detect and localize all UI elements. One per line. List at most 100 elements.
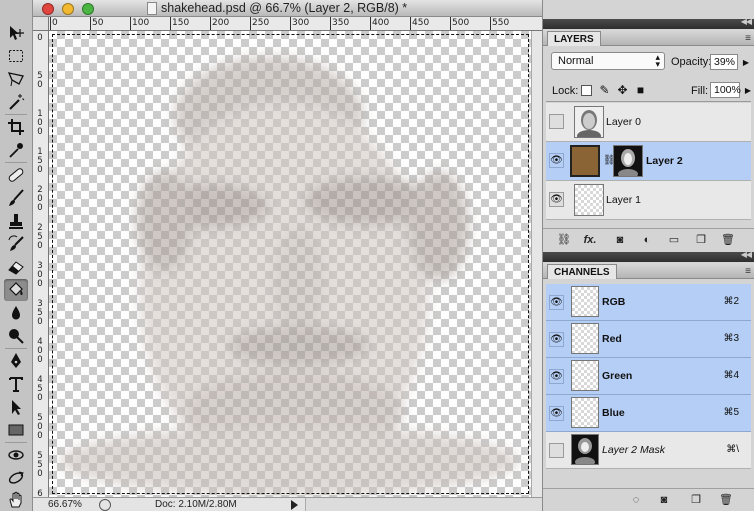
channel-row[interactable]: 👁 RGB ⌘2 xyxy=(546,284,751,321)
hand-icon xyxy=(9,491,22,508)
quick-select-tool[interactable] xyxy=(4,91,28,113)
opacity-arrow-icon[interactable]: ▶ xyxy=(743,58,749,67)
lock-position-icon[interactable]: ✥ xyxy=(616,84,629,97)
vertical-ruler[interactable]: 050100150200250300350400450500550600 xyxy=(33,31,49,511)
trash-icon[interactable]: 🗑 xyxy=(719,494,733,506)
type-tool[interactable] xyxy=(4,373,28,395)
eye-icon[interactable]: 👁 xyxy=(549,295,564,310)
eye-icon[interactable]: 👁 xyxy=(549,153,564,168)
opacity-field[interactable]: 39% ▶ xyxy=(710,54,749,70)
blend-mode-select[interactable]: Normal ▴ ▾ xyxy=(551,52,665,70)
eraser-tool[interactable] xyxy=(4,256,28,278)
hand-tool[interactable] xyxy=(4,489,28,511)
3d-rotate-tool[interactable] xyxy=(4,444,28,466)
history-brush-tool[interactable] xyxy=(4,233,28,255)
collapse-icon[interactable]: ◀◀ xyxy=(741,17,752,26)
fill-arrow-icon[interactable]: ▶ xyxy=(745,86,751,95)
marquee-tool[interactable] xyxy=(4,45,28,67)
ruler-tick xyxy=(410,17,411,30)
layer-name[interactable]: Layer 1 xyxy=(606,194,641,206)
lasso-tool[interactable] xyxy=(4,68,28,90)
healing-brush-tool[interactable] xyxy=(4,164,28,186)
lock-transparency-icon[interactable] xyxy=(581,85,592,96)
eye-icon[interactable]: 👁 xyxy=(549,406,564,421)
channel-row[interactable]: 👁 Blue ⌘5 xyxy=(546,395,751,432)
layer-row[interactable]: 👁 Layer 1 xyxy=(546,181,751,220)
new-channel-icon[interactable]: ❐ xyxy=(689,494,703,506)
3d-orbit-tool[interactable] xyxy=(4,467,28,489)
tab-channels[interactable]: CHANNELS xyxy=(547,264,617,279)
tab-layers[interactable]: LAYERS xyxy=(547,31,601,46)
zoom-button[interactable] xyxy=(82,3,94,15)
ruler-tick-label: 500 xyxy=(452,18,470,28)
drop-icon xyxy=(12,306,20,320)
layer-mask-thumbnail[interactable] xyxy=(613,145,643,179)
status-info-icon[interactable] xyxy=(99,499,111,511)
tool-separator xyxy=(5,348,27,349)
ruler-origin[interactable] xyxy=(33,17,49,31)
panel-grip-bar[interactable]: ◀◀ xyxy=(543,17,754,29)
channel-row[interactable]: 👁 Green ⌘4 xyxy=(546,358,751,395)
divider xyxy=(546,101,751,102)
eyedropper-tool[interactable] xyxy=(4,139,28,161)
status-menu-arrow-icon[interactable] xyxy=(291,500,298,510)
paint-bucket-tool[interactable] xyxy=(4,279,28,301)
horizontal-scrollbar[interactable] xyxy=(305,498,542,511)
opacity-value: 39% xyxy=(714,56,736,68)
visibility-toggle[interactable] xyxy=(549,114,564,129)
move-tool[interactable] xyxy=(4,22,28,44)
close-button[interactable] xyxy=(42,3,54,15)
layer-row-selected[interactable]: 👁 ⛓ Layer 2 xyxy=(546,142,751,181)
clone-stamp-tool[interactable] xyxy=(4,210,28,232)
channel-row[interactable]: 👁 Red ⌘3 xyxy=(546,321,751,358)
lock-all-icon[interactable]: ■ xyxy=(634,84,647,97)
lock-pixels-icon[interactable]: ✎ xyxy=(598,84,611,97)
zoom-level-field[interactable]: 66.67% xyxy=(36,499,92,511)
panel-grip-bar[interactable]: ◀◀ xyxy=(543,250,754,262)
folder-icon[interactable]: ▭ xyxy=(667,234,681,246)
channel-row[interactable]: Layer 2 Mask ⌘\ xyxy=(546,432,751,469)
rectangle-tool[interactable] xyxy=(4,419,28,441)
history-brush-icon xyxy=(8,235,24,251)
trash-icon[interactable]: 🗑 xyxy=(721,234,735,246)
panel-menu-icon[interactable]: ≡ xyxy=(745,266,751,277)
collapse-icon[interactable]: ◀◀ xyxy=(741,250,752,259)
channel-shortcut: ⌘5 xyxy=(723,407,739,418)
mask-icon[interactable]: ◙ xyxy=(613,234,627,246)
document-title-bar: shakehead.psd @ 66.7% (Layer 2, RGB/8) * xyxy=(33,0,542,17)
bandage-icon xyxy=(8,168,24,182)
fx-icon[interactable]: fx. xyxy=(583,234,597,246)
save-selection-icon[interactable]: ◙ xyxy=(657,494,671,506)
layer-row[interactable]: Layer 0 xyxy=(546,103,751,142)
minimize-button[interactable] xyxy=(62,3,74,15)
crop-tool[interactable] xyxy=(4,116,28,138)
pen-tool[interactable] xyxy=(4,350,28,372)
ruler-tick-label: 50 xyxy=(92,18,104,28)
adjustment-icon[interactable]: ◐ xyxy=(640,234,654,246)
panel-menu-icon[interactable]: ≡ xyxy=(745,33,751,44)
eye-icon[interactable]: 👁 xyxy=(549,192,564,207)
eyedropper-icon xyxy=(9,143,23,158)
link-icon[interactable]: ⛓ xyxy=(557,234,571,246)
ruler-tick-label: 250 xyxy=(37,223,43,251)
document-canvas[interactable] xyxy=(49,31,531,497)
layer-name[interactable]: Layer 0 xyxy=(606,116,641,128)
horizontal-ruler[interactable]: 0 50 100 150 200 250 300 350 400 450 500 550 xyxy=(49,17,542,31)
eye-icon[interactable]: 👁 xyxy=(549,369,564,384)
load-selection-icon[interactable]: ◌ xyxy=(629,494,643,506)
blur-tool[interactable] xyxy=(4,302,28,324)
path-selection-tool[interactable] xyxy=(4,396,28,418)
eye-icon[interactable]: 👁 xyxy=(549,332,564,347)
new-layer-icon[interactable]: ❐ xyxy=(694,234,708,246)
ruler-tick-label: 200 xyxy=(37,185,43,213)
layers-footer: ⛓ fx. ◙ ◐ ▭ ❐ 🗑 xyxy=(543,228,754,250)
ruler-tick xyxy=(450,17,451,30)
vertical-scrollbar[interactable] xyxy=(531,31,542,497)
layer-name[interactable]: Layer 2 xyxy=(646,155,683,167)
type-icon xyxy=(9,377,23,392)
fill-field[interactable]: 100% ▶ xyxy=(710,82,751,98)
brush-tool[interactable] xyxy=(4,187,28,209)
dodge-tool[interactable] xyxy=(4,325,28,347)
visibility-toggle[interactable] xyxy=(549,443,564,458)
layer-thumbnail xyxy=(570,145,600,177)
